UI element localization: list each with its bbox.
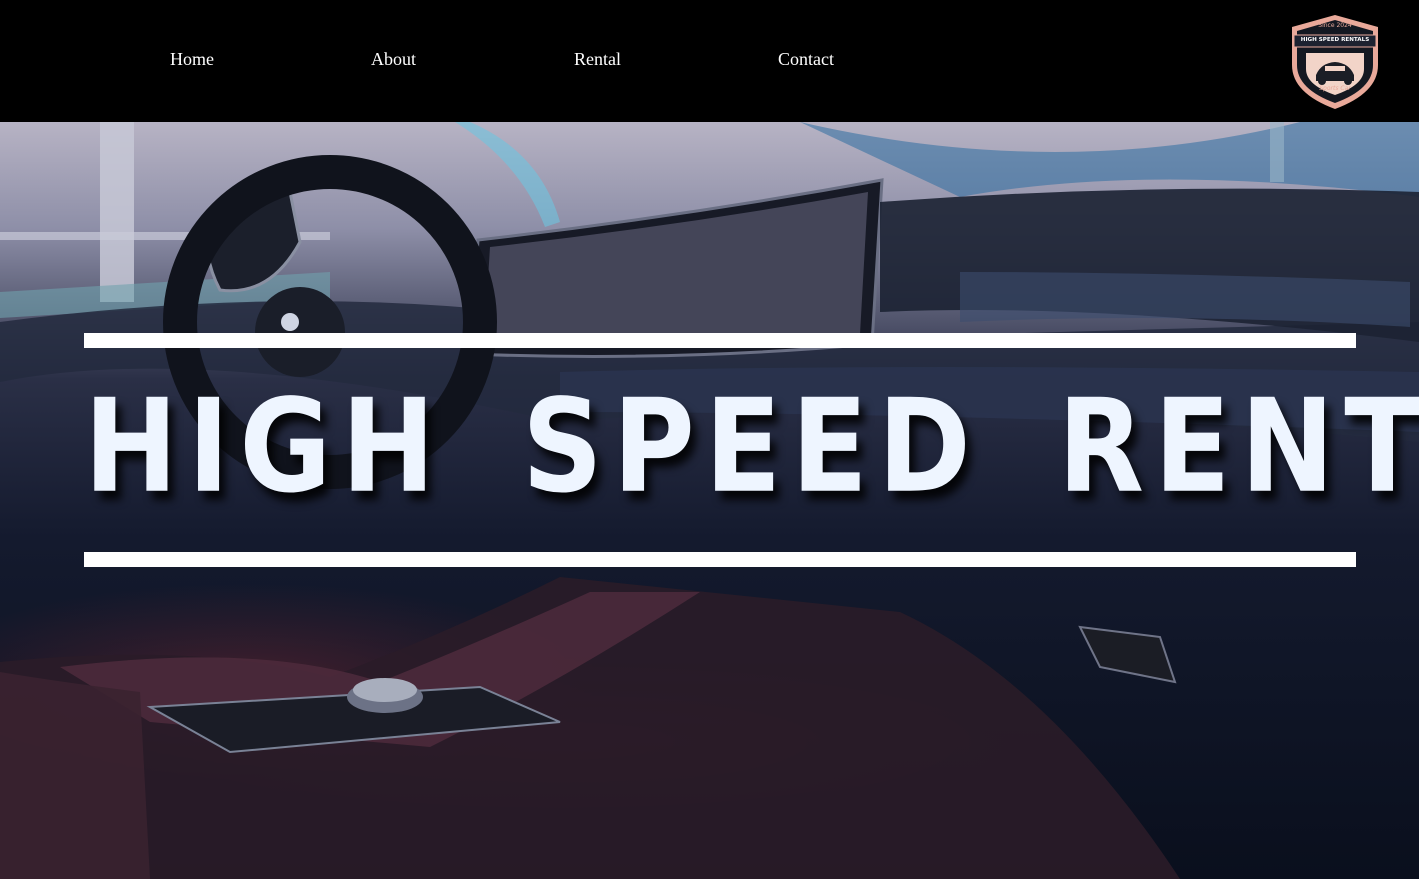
- nav-about-link[interactable]: About: [371, 49, 416, 70]
- nav-rental-link[interactable]: Rental: [574, 49, 621, 70]
- banner-bottom-line: [84, 552, 1356, 567]
- top-navbar: Home About Rental Contact Since 2024 HIG…: [0, 0, 1419, 122]
- nav-contact-link[interactable]: Contact: [778, 49, 834, 70]
- logo-brand-text: HIGH SPEED RENTALS: [1300, 37, 1370, 43]
- logo-sports-car-text: Sports Car: [1319, 85, 1351, 92]
- brand-logo[interactable]: Since 2024 HIGH SPEED RENTALS Sports Car: [1288, 13, 1382, 111]
- hero-title: HIGH SPEED RENTALS: [84, 372, 1419, 522]
- hero-section: HIGH SPEED RENTALS: [0, 122, 1419, 879]
- nav-home-link[interactable]: Home: [170, 49, 214, 70]
- logo-since-text: Since 2024: [1318, 22, 1352, 29]
- banner-top-line: [84, 333, 1356, 348]
